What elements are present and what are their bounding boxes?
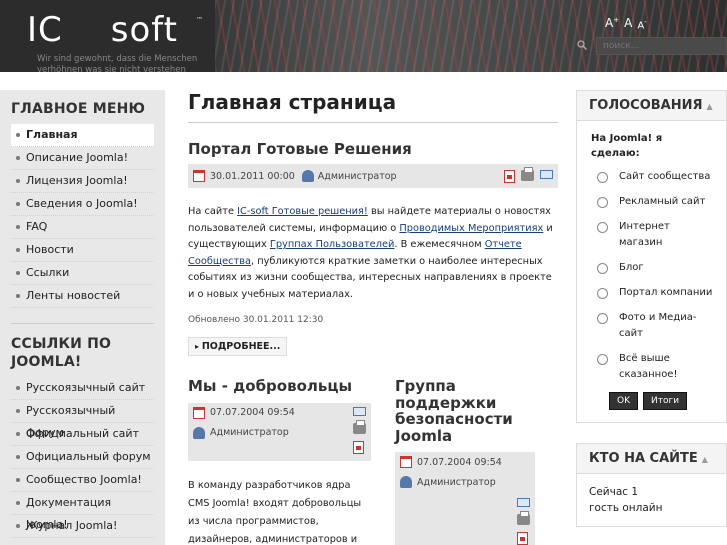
article-updated: Обновлено 30.01.2011 12:30 <box>188 315 324 325</box>
article-author: Администратор <box>317 170 397 182</box>
column-1-date: 07.07.2004 09:54 <box>210 407 295 418</box>
who-online-panel: КТО НА САЙТЕ ▲ Сейчас 1 гость онлайн <box>576 443 727 527</box>
user-groups-link[interactable]: Группах Пользователей <box>270 239 395 250</box>
poll-results-button[interactable]: Итоги <box>643 392 688 410</box>
main-content: Главная страница Портал Готовые Решения … <box>188 90 558 356</box>
pdf-icon[interactable] <box>517 532 528 545</box>
calendar-icon <box>400 456 412 468</box>
user-icon <box>193 426 205 439</box>
column-2-meta: 07.07.2004 09:54 Администратор <box>395 452 535 545</box>
menu-item-joomla-license[interactable]: Лицензия Joomla! <box>11 170 154 193</box>
link-item-official-site[interactable]: Официальный сайт <box>11 423 154 446</box>
who-online-title: КТО НА САЙТЕ ▲ <box>577 444 726 474</box>
print-icon[interactable] <box>353 419 366 434</box>
column-2-title[interactable]: Группа поддержки безопасности Joomla <box>395 378 535 444</box>
radio-button[interactable] <box>597 288 608 299</box>
article-column-1: Мы - добровольцы 07.07.2004 09:54 Админи… <box>188 378 371 545</box>
menu-item-faq[interactable]: FAQ <box>11 216 154 239</box>
sidebar-divider <box>11 308 154 324</box>
font-bigger-button[interactable]: A+ <box>605 16 619 31</box>
article-column-2: Группа поддержки безопасности Joomla 07.07.… <box>395 378 535 545</box>
column-1-title[interactable]: Мы - добровольцы <box>188 378 371 395</box>
poll-option[interactable]: Фото и Медиа-сайт <box>577 306 726 347</box>
email-icon[interactable] <box>353 406 366 416</box>
menu-item-home[interactable]: Главная <box>11 124 154 147</box>
font-reset-button[interactable]: A <box>624 16 632 31</box>
poll-option[interactable]: Портал компании <box>577 281 726 306</box>
article-meta: 30.01.2011 00:00 Администратор <box>188 164 558 188</box>
link-item-joomla-magazine[interactable]: Журнал Joomla! <box>11 515 154 538</box>
print-icon[interactable] <box>517 511 530 525</box>
poll-buttons: OK Итоги <box>577 388 726 422</box>
menu-item-news-feeds[interactable]: Ленты новостей <box>11 285 154 308</box>
site-logo[interactable]: IC soft <box>27 10 178 50</box>
email-icon[interactable] <box>517 498 530 507</box>
link-item-joomla-docs[interactable]: Документация Joomla! <box>11 492 154 531</box>
column-2-author: Администратор <box>417 476 496 488</box>
pdf-icon[interactable] <box>504 169 515 183</box>
poll-option[interactable]: Сайт сообщества <box>577 165 726 190</box>
link-item-russian-site[interactable]: Русскоязычный сайт <box>11 377 154 400</box>
poll-option[interactable]: Интернет магазин <box>577 215 726 256</box>
who-online-text: Сейчас 1 гость онлайн <box>589 486 663 514</box>
user-icon <box>301 170 314 182</box>
article-date: 30.01.2011 00:00 <box>210 170 295 182</box>
read-more-button[interactable]: ПОДРОБНЕЕ... <box>188 337 288 356</box>
left-sidebar: ГЛАВНОЕ МЕНЮ Главная Описание Joomla! Ли… <box>0 90 165 545</box>
article-title[interactable]: Портал Готовые Решения <box>188 140 558 158</box>
user-icon <box>400 476 412 488</box>
radio-button[interactable] <box>597 313 608 324</box>
menu-item-joomla-info[interactable]: Сведения о Joomla! <box>11 193 154 216</box>
email-icon[interactable] <box>540 169 553 179</box>
poll-title: ГОЛОСОВАНИЯ ▲ <box>577 91 726 121</box>
menu-item-links[interactable]: Ссылки <box>11 262 154 285</box>
font-smaller-button[interactable]: A- <box>637 18 646 31</box>
calendar-icon <box>193 170 205 182</box>
column-1-meta: 07.07.2004 09:54 Администратор <box>188 402 371 461</box>
links-menu: Русскоязычный сайт Русскоязычный форум О… <box>0 375 165 538</box>
site-tagline: Wir sind gewohnt, dass die Menschen verh… <box>37 54 198 72</box>
events-link[interactable]: Проводимых Мероприятиях <box>399 223 543 234</box>
pdf-icon[interactable] <box>353 440 364 454</box>
link-item-russian-forum[interactable]: Русскоязычный форум <box>11 400 154 439</box>
main-menu: Главная Описание Joomla! Лицензия Joomla… <box>0 122 165 308</box>
header: IC soft ™ Wir sind gewohnt, dass die Mens… <box>0 0 727 72</box>
link-item-joomla-community[interactable]: Сообщество Joomla! <box>11 469 154 492</box>
column-1-author: Администратор <box>210 427 289 438</box>
menu-item-joomla-description[interactable]: Описание Joomla! <box>11 147 154 170</box>
poll-option[interactable]: Рекламный сайт <box>577 190 726 215</box>
radio-button[interactable] <box>597 354 608 365</box>
radio-button[interactable] <box>597 222 608 233</box>
logo-left-text: IC <box>27 10 63 50</box>
logo-right-text: soft <box>110 10 178 50</box>
font-size-tools: A+ A A- <box>605 16 647 31</box>
poll-option[interactable]: Всё выше сказанное! <box>577 347 726 388</box>
article-body: На сайте IC-soft Готовые решения! вы най… <box>188 206 553 300</box>
right-sidebar: ГОЛОСОВАНИЯ ▲ На Joomla! я сделаю: Сайт с… <box>576 90 727 545</box>
main-menu-title: ГЛАВНОЕ МЕНЮ <box>11 101 146 117</box>
poll-question: На Joomla! я сделаю: <box>591 133 663 159</box>
column-1-body: В команду разработчиков ядра CMS Joomla!… <box>188 479 362 545</box>
column-2-date: 07.07.2004 09:54 <box>417 456 502 468</box>
logo-trademark: ™ <box>196 16 203 24</box>
print-icon[interactable] <box>521 166 534 181</box>
menu-item-news[interactable]: Новости <box>11 239 154 262</box>
radio-button[interactable] <box>597 197 608 208</box>
ic-soft-link[interactable]: IC-soft Готовые решения! <box>237 206 368 217</box>
poll-option[interactable]: Блог <box>577 256 726 281</box>
search-input[interactable] <box>596 37 727 55</box>
link-item-official-forum[interactable]: Официальный форум <box>11 446 154 469</box>
links-menu-title: ССЫЛКИ ПО JOOMLA! <box>11 336 112 370</box>
poll-ok-button[interactable]: OK <box>609 392 638 410</box>
page-title: Главная страница <box>188 90 558 123</box>
poll-panel: ГОЛОСОВАНИЯ ▲ На Joomla! я сделаю: Сайт с… <box>576 90 727 423</box>
radio-button[interactable] <box>597 172 608 183</box>
header-background-image <box>215 0 727 72</box>
calendar-icon <box>193 406 205 419</box>
search-icon[interactable] <box>577 40 587 50</box>
radio-button[interactable] <box>597 263 608 274</box>
